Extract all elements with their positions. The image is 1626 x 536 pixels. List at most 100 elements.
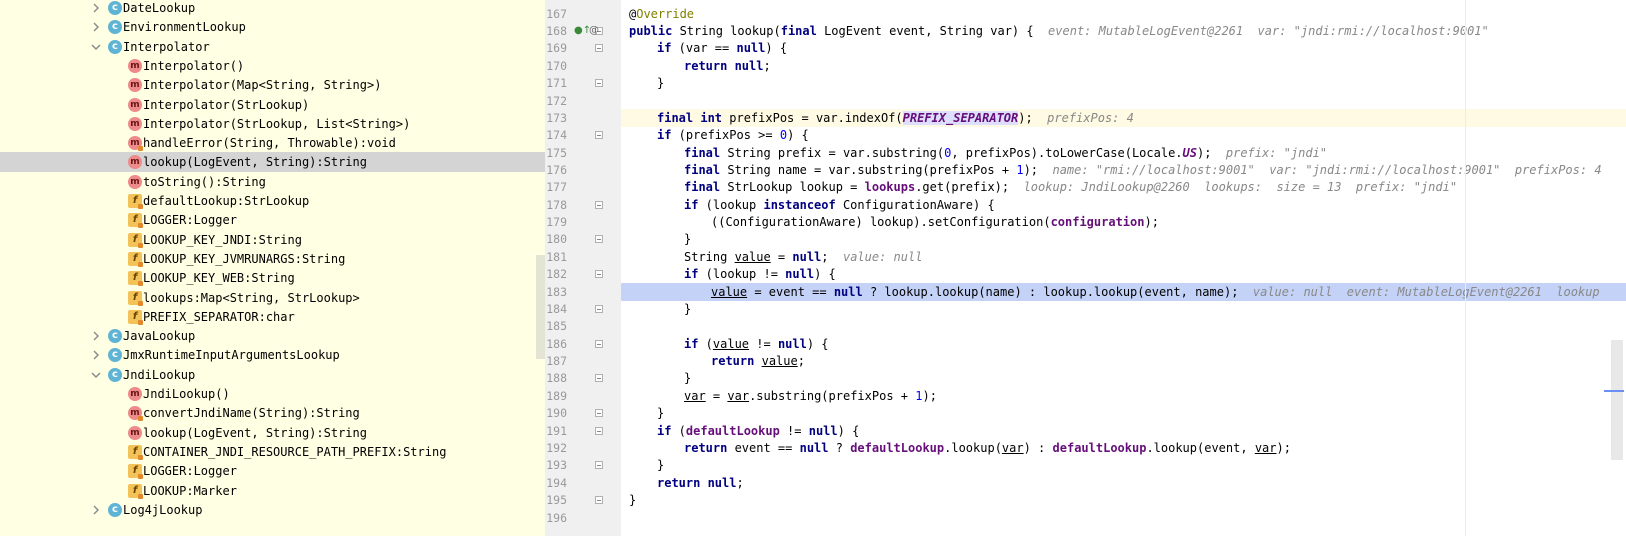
gutter-line[interactable]: 195 — [545, 491, 620, 509]
gutter-line[interactable]: 196 — [545, 509, 620, 527]
code-line-185[interactable] — [621, 317, 1626, 335]
chevron-down-icon[interactable] — [90, 37, 102, 57]
code-line-172[interactable] — [621, 92, 1626, 110]
code-line-171[interactable]: } — [621, 74, 1626, 92]
gutter-line[interactable]: 190 — [545, 404, 620, 422]
fold-marker-icon[interactable] — [595, 44, 603, 52]
editor-scrollbar[interactable] — [1611, 340, 1623, 460]
code-line-181[interactable]: String value = null; value: null — [621, 248, 1626, 266]
code-editor[interactable]: 167 168 ●↑ @169 170 171 172 173 174 175 176 177 178 1… — [545, 0, 1626, 536]
gutter-line[interactable]: 186 — [545, 335, 620, 353]
tree-row[interactable]: m convertJndiName(String):String — [0, 403, 545, 423]
gutter-line[interactable]: 175 — [545, 144, 620, 162]
chevron-down-icon[interactable] — [90, 365, 102, 385]
chevron-right-icon[interactable] — [90, 0, 102, 18]
gutter-line[interactable]: 177 — [545, 178, 620, 196]
code-line-174[interactable]: if (prefixPos >= 0) { — [621, 126, 1626, 144]
tree-row[interactable]: c JndiLookup — [0, 365, 545, 385]
code-line-188[interactable]: } — [621, 369, 1626, 387]
gutter-line[interactable]: 185 — [545, 317, 620, 335]
tree-row[interactable]: f LOOKUP_KEY_JVMRUNARGS:String — [0, 249, 545, 269]
code-line-193[interactable]: } — [621, 456, 1626, 474]
tree-row[interactable]: c DateLookup — [0, 0, 545, 18]
chevron-right-icon[interactable] — [90, 326, 102, 346]
code-line-196[interactable] — [621, 509, 1626, 527]
code-line-189[interactable]: var = var.substring(prefixPos + 1); — [621, 387, 1626, 405]
code-line-191[interactable]: if (defaultLookup != null) { — [621, 422, 1626, 440]
tree-row[interactable]: f LOGGER:Logger — [0, 461, 545, 481]
code-line-192[interactable]: return event == null ? defaultLookup.loo… — [621, 439, 1626, 457]
chevron-right-icon[interactable] — [90, 17, 102, 37]
tree-row[interactable]: f LOOKUP_KEY_JNDI:String — [0, 230, 545, 250]
gutter-line[interactable]: 194 — [545, 474, 620, 492]
gutter-line[interactable]: 170 — [545, 57, 620, 75]
fold-marker-icon[interactable] — [595, 409, 603, 417]
tree-row[interactable]: m Interpolator(StrLookup) — [0, 95, 545, 115]
gutter-line[interactable]: 188 — [545, 369, 620, 387]
tree-row[interactable]: f defaultLookup:StrLookup — [0, 191, 545, 211]
fold-marker-icon[interactable] — [595, 427, 603, 435]
code-line-186[interactable]: if (value != null) { — [621, 335, 1626, 353]
gutter-line[interactable]: 171 — [545, 74, 620, 92]
fold-marker-icon[interactable] — [595, 79, 603, 87]
code-line-177[interactable]: final StrLookup lookup = lookups.get(pre… — [621, 178, 1626, 196]
code-line-195[interactable]: } — [621, 491, 1626, 509]
tree-row[interactable]: c EnvironmentLookup — [0, 17, 545, 37]
gutter-line[interactable]: 182 — [545, 265, 620, 283]
fold-marker-icon[interactable] — [595, 131, 603, 139]
chevron-right-icon[interactable] — [90, 345, 102, 365]
tree-row[interactable]: m Interpolator(StrLookup, List<String>) — [0, 114, 545, 134]
tree-row[interactable]: f LOOKUP_KEY_WEB:String — [0, 268, 545, 288]
gutter-line[interactable]: 193 — [545, 456, 620, 474]
gutter-line[interactable]: 168 ●↑ @ — [545, 22, 620, 40]
chevron-right-icon[interactable] — [90, 500, 102, 520]
gutter-line[interactable]: 176 — [545, 161, 620, 179]
gutter-line[interactable]: 183 — [545, 283, 620, 301]
code-line-175[interactable]: final String prefix = var.substring(0, p… — [621, 144, 1626, 162]
fold-marker-icon[interactable] — [595, 235, 603, 243]
code-line-182[interactable]: if (lookup != null) { — [621, 265, 1626, 283]
gutter-line[interactable]: 172 — [545, 92, 620, 110]
tree-row[interactable]: c JmxRuntimeInputArgumentsLookup — [0, 345, 545, 365]
code-line-167[interactable]: @Override — [621, 5, 1626, 23]
gutter-line[interactable]: 169 — [545, 39, 620, 57]
tree-row[interactable]: c JavaLookup — [0, 326, 545, 346]
gutter-line[interactable]: 191 — [545, 422, 620, 440]
gutter-line[interactable]: 192 — [545, 439, 620, 457]
fold-marker-icon[interactable] — [595, 496, 603, 504]
gutter-line[interactable]: 189 — [545, 387, 620, 405]
gutter-line[interactable]: 179 — [545, 213, 620, 231]
tree-row[interactable]: f lookups:Map<String, StrLookup> — [0, 288, 545, 308]
code-line-187[interactable]: return value; — [621, 352, 1626, 370]
gutter-line[interactable]: 180 — [545, 230, 620, 248]
code-line-179[interactable]: ((ConfigurationAware) lookup).setConfigu… — [621, 213, 1626, 231]
tree-row[interactable]: m lookup(LogEvent, String):String — [0, 152, 545, 173]
tree-row[interactable]: f PREFIX_SEPARATOR:char — [0, 307, 545, 327]
tree-row[interactable]: f CONTAINER_JNDI_RESOURCE_PATH_PREFIX:Str… — [0, 442, 545, 462]
code-line-170[interactable]: return null; — [621, 57, 1626, 75]
code-line-169[interactable]: if (var == null) { — [621, 39, 1626, 57]
fold-marker-icon[interactable] — [595, 340, 603, 348]
code-line-178[interactable]: if (lookup instanceof ConfigurationAware… — [621, 196, 1626, 214]
fold-marker-icon[interactable] — [595, 374, 603, 382]
gutter-line[interactable]: 173 — [545, 109, 620, 127]
annotation-icon[interactable]: @ — [589, 22, 599, 40]
gutter-line[interactable]: 174 — [545, 126, 620, 144]
tree-row[interactable]: m lookup(LogEvent, String):String — [0, 423, 545, 443]
code-line-184[interactable]: } — [621, 300, 1626, 318]
code-line-168[interactable]: public String lookup(final LogEvent even… — [621, 22, 1626, 40]
gutter-line[interactable]: 167 — [545, 5, 620, 23]
code-line-176[interactable]: final String name = var.substring(prefix… — [621, 161, 1626, 179]
tree-row[interactable]: f LOOKUP:Marker — [0, 481, 545, 501]
gutter-line[interactable]: 187 — [545, 352, 620, 370]
fold-marker-icon[interactable] — [595, 305, 603, 313]
fold-marker-icon[interactable] — [595, 201, 603, 209]
structure-scrollbar[interactable] — [536, 255, 545, 359]
tree-row[interactable]: m Interpolator(Map<String, String>) — [0, 75, 545, 95]
gutter-line[interactable]: 178 — [545, 196, 620, 214]
error-stripe-marker[interactable] — [1604, 390, 1624, 392]
gutter-line[interactable]: 184 — [545, 300, 620, 318]
tree-row[interactable]: m Interpolator() — [0, 56, 545, 76]
code-line-183-execution-point[interactable]: value = event == null ? lookup.lookup(na… — [621, 283, 1626, 301]
tree-row[interactable]: m toString():String — [0, 172, 545, 192]
